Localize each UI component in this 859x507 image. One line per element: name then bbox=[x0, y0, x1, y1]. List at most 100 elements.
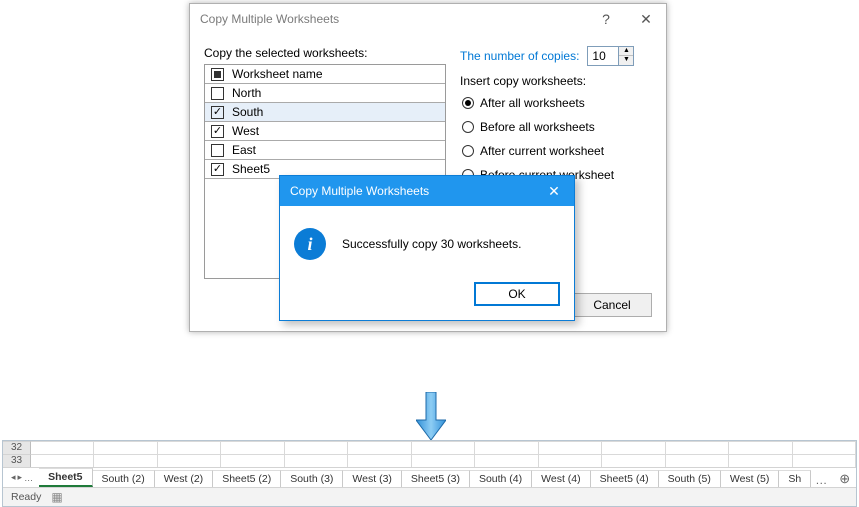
worksheet-name: East bbox=[232, 143, 256, 157]
sheet-tab[interactable]: South (2) bbox=[93, 470, 155, 487]
worksheet-checkbox[interactable] bbox=[211, 125, 224, 138]
dialog-cancel-button[interactable]: Cancel bbox=[572, 293, 652, 317]
status-bar: Ready ▦ bbox=[3, 487, 856, 506]
cell[interactable] bbox=[158, 441, 221, 454]
cell[interactable] bbox=[412, 441, 475, 454]
tab-more-icon[interactable]: … bbox=[24, 473, 33, 483]
insert-location-group: After all worksheets Before all worksheet… bbox=[460, 92, 652, 188]
worksheet-row[interactable]: East bbox=[205, 141, 445, 160]
cell[interactable] bbox=[285, 454, 348, 467]
cell[interactable] bbox=[412, 454, 475, 467]
sheet-tab[interactable]: West (4) bbox=[532, 470, 590, 487]
worksheet-row[interactable]: North bbox=[205, 84, 445, 103]
spin-up-icon[interactable]: ▲ bbox=[619, 47, 633, 56]
cell[interactable] bbox=[602, 441, 665, 454]
cell[interactable] bbox=[539, 441, 602, 454]
macro-record-icon[interactable]: ▦ bbox=[51, 490, 62, 504]
grid-row[interactable]: 32 bbox=[3, 441, 856, 454]
msgbox-message: Successfully copy 30 worksheets. bbox=[342, 237, 521, 251]
sheet-tab[interactable]: South (4) bbox=[470, 470, 532, 487]
worksheet-checkbox[interactable] bbox=[211, 106, 224, 119]
dialog-titlebar[interactable]: Copy Multiple Worksheets ? ✕ bbox=[190, 4, 666, 34]
grid-row[interactable]: 33 bbox=[3, 454, 856, 467]
close-button[interactable]: ✕ bbox=[626, 4, 666, 34]
cell[interactable] bbox=[94, 441, 157, 454]
cell[interactable] bbox=[729, 441, 792, 454]
sheet-tab[interactable]: Sheet5 bbox=[39, 468, 92, 487]
radio-icon[interactable] bbox=[462, 97, 474, 109]
copies-spinner[interactable]: ▲ ▼ bbox=[587, 46, 634, 66]
excel-window: 32 33 ◂ ▸ … Sheet5South (2)West (2)Sheet… bbox=[2, 440, 857, 507]
copies-label: The number of copies: bbox=[460, 49, 579, 63]
cell[interactable] bbox=[539, 454, 602, 467]
sheet-tabstrip[interactable]: ◂ ▸ … Sheet5South (2)West (2)Sheet5 (2)S… bbox=[3, 468, 856, 487]
worksheet-row[interactable]: South bbox=[205, 103, 445, 122]
select-all-checkbox[interactable] bbox=[211, 68, 224, 81]
cell[interactable] bbox=[475, 441, 538, 454]
tab-prev-icon[interactable]: ◂ bbox=[11, 472, 16, 483]
cell[interactable] bbox=[221, 441, 284, 454]
sheet-tab[interactable]: Sheet5 (2) bbox=[213, 470, 281, 487]
grid-rows: 32 33 bbox=[3, 441, 856, 468]
cell[interactable] bbox=[221, 454, 284, 467]
worksheet-checkbox[interactable] bbox=[211, 163, 224, 176]
worksheet-name: South bbox=[232, 105, 263, 119]
worksheet-name: Sheet5 bbox=[232, 162, 270, 176]
new-sheet-button[interactable]: ⊕ bbox=[831, 471, 856, 487]
status-text: Ready bbox=[11, 491, 41, 503]
cell[interactable] bbox=[31, 454, 94, 467]
worksheet-checkbox[interactable] bbox=[211, 144, 224, 157]
tab-overflow[interactable]: … bbox=[811, 473, 831, 487]
msgbox-close-button[interactable]: ✕ bbox=[534, 176, 574, 206]
sheet-tab[interactable]: South (3) bbox=[281, 470, 343, 487]
cell[interactable] bbox=[348, 441, 411, 454]
select-worksheets-label: Copy the selected worksheets: bbox=[204, 46, 446, 60]
sheet-tab[interactable]: West (5) bbox=[721, 470, 779, 487]
insert-option[interactable]: After current worksheet bbox=[460, 140, 652, 164]
msgbox-title: Copy Multiple Worksheets bbox=[290, 184, 429, 198]
row-header[interactable]: 33 bbox=[3, 454, 31, 467]
worksheet-row[interactable]: West bbox=[205, 122, 445, 141]
msgbox-titlebar[interactable]: Copy Multiple Worksheets ✕ bbox=[280, 176, 574, 206]
sheet-tab[interactable]: West (3) bbox=[343, 470, 401, 487]
insert-location-label: Insert copy worksheets: bbox=[460, 74, 652, 88]
sheet-tab[interactable]: Sheet5 (4) bbox=[591, 470, 659, 487]
radio-icon[interactable] bbox=[462, 121, 474, 133]
worksheet-name: West bbox=[232, 124, 259, 138]
msgbox-ok-button[interactable]: OK bbox=[474, 282, 560, 306]
cell[interactable] bbox=[348, 454, 411, 467]
cell[interactable] bbox=[31, 441, 94, 454]
help-button[interactable]: ? bbox=[586, 4, 626, 34]
sheet-tab[interactable]: West (2) bbox=[155, 470, 213, 487]
radio-icon[interactable] bbox=[462, 145, 474, 157]
cell[interactable] bbox=[793, 454, 856, 467]
cell[interactable] bbox=[285, 441, 348, 454]
cell[interactable] bbox=[94, 454, 157, 467]
cell[interactable] bbox=[158, 454, 221, 467]
cell[interactable] bbox=[602, 454, 665, 467]
cell[interactable] bbox=[793, 441, 856, 454]
insert-option[interactable]: Before all worksheets bbox=[460, 116, 652, 140]
success-message-box: Copy Multiple Worksheets ✕ i Successfull… bbox=[279, 175, 575, 321]
cell[interactable] bbox=[666, 454, 729, 467]
sheet-tab[interactable]: South (5) bbox=[659, 470, 721, 487]
insert-option-label: After current worksheet bbox=[480, 144, 604, 158]
dialog-title: Copy Multiple Worksheets bbox=[200, 12, 339, 26]
sheet-tab[interactable]: Sh bbox=[779, 470, 811, 487]
cell[interactable] bbox=[475, 454, 538, 467]
worksheet-list-header[interactable]: Worksheet name bbox=[205, 65, 445, 84]
worksheet-checkbox[interactable] bbox=[211, 87, 224, 100]
worksheet-name: North bbox=[232, 86, 261, 100]
insert-option[interactable]: After all worksheets bbox=[460, 92, 652, 116]
tab-next-icon[interactable]: ▸ bbox=[18, 472, 23, 483]
spin-down-icon[interactable]: ▼ bbox=[619, 56, 633, 65]
cell[interactable] bbox=[666, 441, 729, 454]
down-arrow-icon bbox=[416, 392, 446, 440]
info-icon: i bbox=[294, 228, 326, 260]
copies-input[interactable] bbox=[588, 49, 618, 63]
sheet-tab[interactable]: Sheet5 (3) bbox=[402, 470, 470, 487]
cell[interactable] bbox=[729, 454, 792, 467]
worksheet-header-label: Worksheet name bbox=[232, 67, 323, 81]
row-header[interactable]: 32 bbox=[3, 441, 31, 454]
insert-option-label: After all worksheets bbox=[480, 96, 585, 110]
